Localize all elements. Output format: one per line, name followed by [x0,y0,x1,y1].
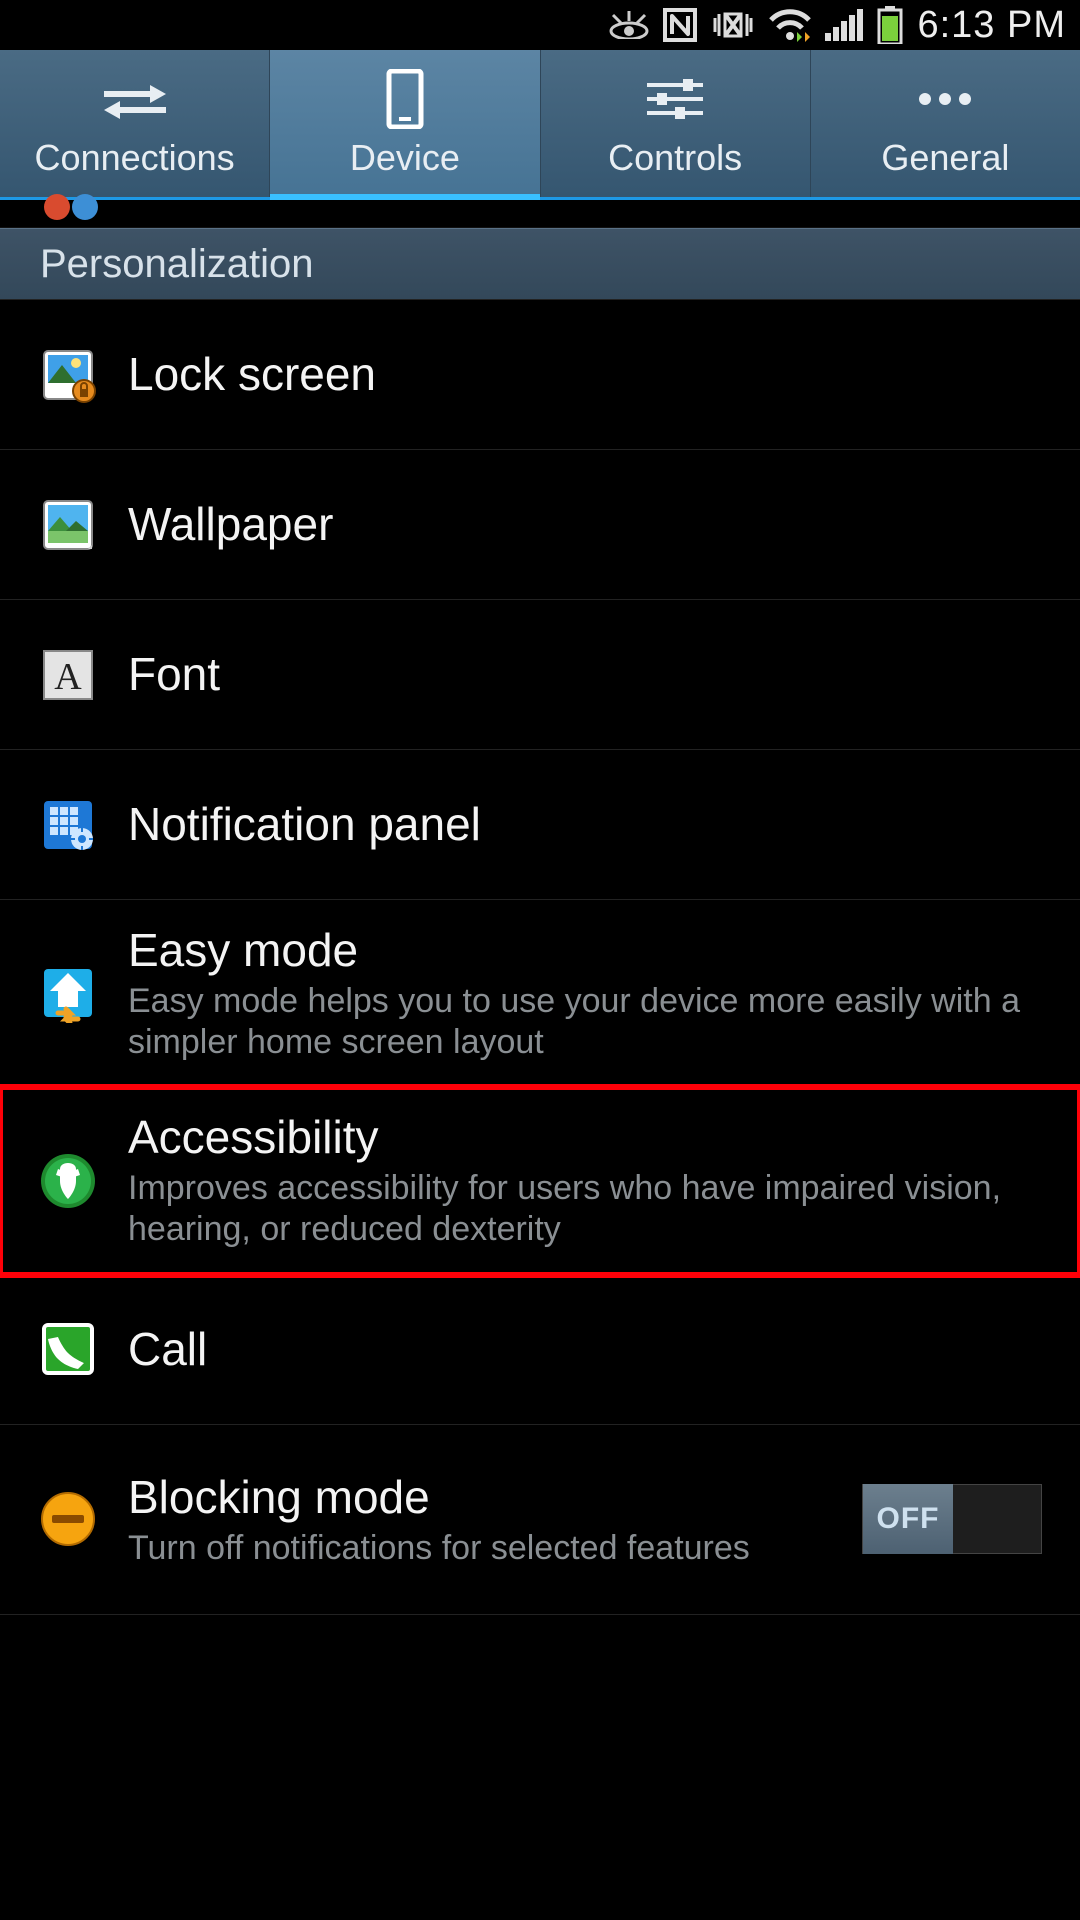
tab-label: General [881,137,1009,179]
wallpaper-icon [38,495,98,555]
row-notification-panel[interactable]: Notification panel [0,750,1080,900]
row-title: Wallpaper [128,498,1042,551]
row-subtitle: Easy mode helps you to use your device m… [128,981,1042,1063]
blocking-mode-icon [38,1489,98,1549]
vibrate-icon [711,8,755,42]
row-accessibility[interactable]: Accessibility Improves accessibility for… [0,1087,1080,1274]
row-lock-screen[interactable]: Lock screen [0,300,1080,450]
tab-label: Device [350,137,460,179]
row-title: Easy mode [128,924,1042,977]
row-easy-mode[interactable]: Easy mode Easy mode helps you to use you… [0,900,1080,1087]
easy-mode-icon [38,963,98,1023]
smart-stay-icon [609,11,649,39]
row-title: Blocking mode [128,1471,832,1524]
wifi-icon [769,8,811,42]
row-call[interactable]: Call [0,1275,1080,1425]
row-title: Font [128,648,1042,701]
settings-list[interactable]: Lock screen Wallpaper A Font Notificatio… [0,300,1080,1615]
tab-label: Connections [35,137,235,179]
tab-device[interactable]: Device [270,50,540,197]
row-subtitle: Turn off notifications for selected feat… [128,1528,832,1569]
row-font[interactable]: A Font [0,600,1080,750]
toggle-state: OFF [863,1484,953,1554]
accessibility-icon [38,1151,98,1211]
row-subtitle: Improves accessibility for users who hav… [128,1168,1042,1250]
more-icon [913,69,977,129]
tab-label: Controls [608,137,742,179]
device-icon [385,69,425,129]
tab-controls[interactable]: Controls [541,50,811,197]
connections-icon [100,69,170,129]
tab-connections[interactable]: Connections [0,50,270,197]
nfc-icon [663,8,697,42]
svg-text:A: A [54,656,82,698]
status-time: 6:13 PM [917,4,1066,47]
row-title: Notification panel [128,798,1042,851]
row-blocking-mode[interactable]: Blocking mode Turn off notifications for… [0,1425,1080,1615]
row-wallpaper[interactable]: Wallpaper [0,450,1080,600]
call-icon [38,1319,98,1379]
row-title: Accessibility [128,1111,1042,1164]
notification-panel-icon [38,795,98,855]
lock-screen-icon [38,345,98,405]
section-header-personalization: Personalization [0,228,1080,300]
tab-general[interactable]: General [811,50,1080,197]
blocking-mode-toggle[interactable]: OFF [862,1484,1042,1554]
battery-icon [877,6,903,44]
status-bar: 6:13 PM [0,0,1080,50]
section-title: Personalization [40,242,314,287]
settings-tabs: Connections Device Controls General [0,50,1080,200]
scroll-peek [0,200,1080,228]
signal-icon [825,9,863,41]
controls-icon [643,69,707,129]
row-title: Lock screen [128,348,1042,401]
row-title: Call [128,1323,1042,1376]
font-icon: A [38,645,98,705]
